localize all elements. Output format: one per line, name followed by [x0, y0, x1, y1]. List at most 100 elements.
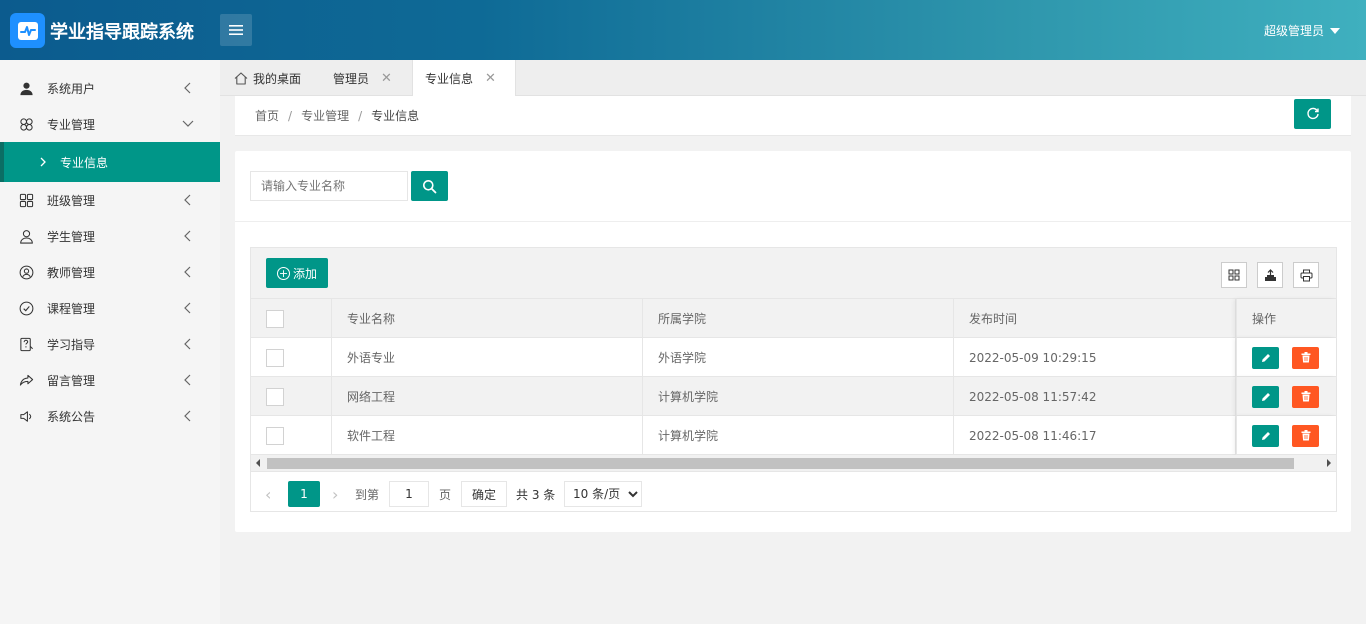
row-checkbox-cell [251, 416, 332, 455]
breadcrumb: 首页 / 专业管理 / 专业信息 [255, 107, 419, 124]
tab-label: 专业信息 [425, 72, 474, 86]
add-button-label: 添加 [292, 266, 317, 281]
cell-actions [1236, 377, 1336, 416]
pagination: ‹ 1 › 到第 页 确定 共 3 条 10 条/页 [251, 471, 1336, 511]
sidebar-item-student-management[interactable]: 学生管理 [0, 218, 220, 254]
help-doc-icon [18, 336, 34, 352]
edit-button[interactable] [1252, 385, 1279, 408]
page-size-select[interactable]: 10 条/页 [564, 481, 642, 507]
cell-publish-time: 2022-05-08 11:57:42 [954, 377, 1236, 416]
pencil-icon [1261, 353, 1270, 362]
clover-icon [18, 116, 34, 132]
tab-major-info[interactable]: 专业信息 ✕ [412, 60, 516, 97]
user-menu[interactable]: 超级管理员 [1264, 22, 1340, 39]
goto-label: 到第 [355, 487, 380, 502]
row-checkbox-cell [251, 377, 332, 416]
table-toolbar: + 添加 [251, 248, 1336, 299]
column-header-name[interactable]: 专业名称 [332, 299, 643, 338]
cell-actions [1236, 416, 1336, 455]
tab-my-desktop[interactable]: 我的桌面 [222, 60, 313, 96]
sidebar-item-system-announcement[interactable]: 系统公告 [0, 398, 220, 434]
scroll-right-arrow-icon[interactable] [1327, 459, 1331, 467]
delete-button[interactable] [1292, 346, 1319, 369]
chevron-left-icon [184, 410, 191, 422]
next-page-button[interactable]: › [332, 481, 338, 507]
add-button[interactable]: + 添加 [266, 258, 328, 288]
data-table: + 添加 专业名称 所属学院 发布时间 操作 外语专业 外语学院 2022-05… [250, 247, 1337, 512]
cell-major-name: 软件工程 [332, 416, 643, 455]
sidebar-item-major-management[interactable]: 专业管理 [0, 106, 220, 142]
search-icon [423, 179, 437, 193]
chevron-left-icon [184, 374, 191, 386]
export-button[interactable] [1257, 262, 1283, 288]
print-icon [1300, 269, 1312, 281]
horizontal-scrollbar[interactable] [251, 455, 1336, 471]
row-checkbox-cell [251, 338, 332, 377]
sidebar-item-study-guidance[interactable]: 学习指导 [0, 326, 220, 362]
row-checkbox[interactable] [266, 387, 284, 406]
grid-icon [18, 192, 34, 208]
sidebar-item-class-management[interactable]: 班级管理 [0, 182, 220, 218]
sidebar-item-label: 班级管理 [47, 193, 96, 208]
user-name: 超级管理员 [1263, 24, 1324, 38]
sidebar-item-system-users[interactable]: 系统用户 [0, 70, 220, 106]
breadcrumb-parent[interactable]: 专业管理 [301, 109, 349, 123]
menu-toggle-button[interactable] [220, 14, 252, 46]
tab-label: 管理员 [333, 71, 370, 86]
refresh-button[interactable] [1294, 99, 1331, 129]
trash-icon [1301, 391, 1310, 402]
chevron-left-icon [184, 302, 191, 314]
scroll-left-arrow-icon[interactable] [256, 459, 260, 467]
sidebar-item-message-management[interactable]: 留言管理 [0, 362, 220, 398]
search-button[interactable] [411, 171, 448, 201]
breadcrumb-home[interactable]: 首页 [255, 109, 279, 123]
delete-button[interactable] [1292, 385, 1319, 408]
app-title: 学业指导跟踪系统 [50, 22, 194, 43]
chevron-left-icon [184, 82, 191, 94]
column-header-college[interactable]: 所属学院 [643, 299, 954, 338]
sidebar-item-teacher-management[interactable]: 教师管理 [0, 254, 220, 290]
confirm-page-button[interactable]: 确定 [461, 481, 508, 507]
breadcrumb-current: 专业信息 [371, 109, 420, 123]
current-page[interactable]: 1 [288, 481, 320, 507]
breadcrumb-separator: / [358, 109, 363, 123]
row-checkbox[interactable] [266, 426, 284, 445]
sidebar-item-label: 系统公告 [47, 409, 96, 424]
page-number-input[interactable] [389, 481, 429, 507]
column-header-time[interactable]: 发布时间 [954, 299, 1236, 338]
cell-publish-time: 2022-05-09 10:29:15 [954, 338, 1236, 377]
speaker-icon [18, 408, 34, 424]
total-count: 共 3 条 [516, 487, 556, 502]
chevron-left-icon [184, 338, 191, 350]
breadcrumb-bar: 首页 / 专业管理 / 专业信息 [235, 96, 1351, 136]
sidebar-subitem-major-info[interactable]: 专业信息 [0, 142, 220, 182]
print-button[interactable] [1293, 262, 1319, 288]
edit-button[interactable] [1252, 346, 1279, 369]
cell-major-name: 外语专业 [332, 338, 643, 377]
home-icon [234, 71, 248, 85]
table-row: 网络工程 计算机学院 2022-05-08 11:57:42 [251, 377, 1336, 416]
table-row: 外语专业 外语学院 2022-05-09 10:29:15 [251, 338, 1336, 377]
delete-button[interactable] [1292, 424, 1319, 447]
prev-page-button[interactable]: ‹ [265, 481, 271, 507]
close-icon[interactable]: ✕ [381, 71, 392, 86]
sidebar-item-course-management[interactable]: 课程管理 [0, 290, 220, 326]
row-checkbox[interactable] [266, 348, 284, 367]
refresh-icon [1306, 107, 1319, 120]
tab-label: 我的桌面 [253, 71, 302, 86]
sidebar-item-label: 学习指导 [47, 337, 96, 352]
sidebar-item-label: 系统用户 [47, 81, 96, 96]
search-input[interactable] [250, 171, 408, 201]
edit-button[interactable] [1252, 424, 1279, 447]
columns-filter-button[interactable] [1221, 262, 1247, 288]
scrollbar-thumb[interactable] [267, 458, 1294, 469]
tab-admin[interactable]: 管理员 ✕ [321, 60, 404, 96]
user-circle-icon [18, 264, 34, 280]
cell-major-name: 网络工程 [332, 377, 643, 416]
sidebar-item-label: 教师管理 [47, 265, 96, 280]
select-all-checkbox[interactable] [266, 309, 284, 328]
table-header: 专业名称 所属学院 发布时间 操作 [251, 299, 1336, 338]
pencil-icon [1261, 431, 1270, 440]
trash-icon [1301, 352, 1310, 363]
close-icon[interactable]: ✕ [485, 71, 496, 86]
